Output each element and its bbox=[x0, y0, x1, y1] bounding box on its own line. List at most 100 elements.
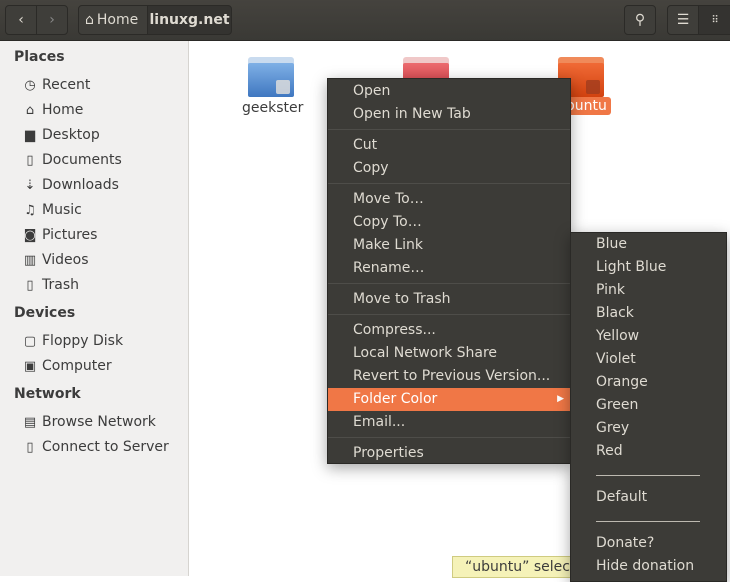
sidebar-item-downloads[interactable]: ⇣ Downloads bbox=[22, 177, 119, 193]
search-button[interactable]: ⚲ bbox=[624, 5, 656, 35]
lock-icon bbox=[586, 80, 600, 94]
breadcrumb-home[interactable]: ⌂ Home bbox=[78, 5, 148, 35]
context-menu: Open Open in New Tab Cut Copy Move To… C… bbox=[327, 78, 571, 464]
music-icon: ♫ bbox=[24, 202, 36, 218]
color-pink[interactable]: Pink bbox=[571, 279, 726, 302]
menu-item-copy[interactable]: Copy bbox=[328, 157, 570, 180]
clock-icon: ◷ bbox=[24, 77, 36, 93]
menu-separator bbox=[328, 437, 570, 438]
sidebar-item-label: Pictures bbox=[42, 227, 98, 243]
breadcrumb-label: linuxg.net bbox=[149, 12, 230, 28]
sidebar-item-connect-server[interactable]: ▯ Connect to Server bbox=[22, 439, 169, 455]
trash-icon: ▯ bbox=[26, 277, 34, 293]
menu-separator bbox=[328, 183, 570, 184]
color-default[interactable]: Default bbox=[571, 486, 726, 509]
menu-item-copy-to[interactable]: Copy To… bbox=[328, 211, 570, 234]
grid-view-button[interactable]: ⠿ bbox=[698, 5, 730, 35]
floppy-icon: ▢ bbox=[23, 333, 37, 349]
lock-icon bbox=[276, 80, 290, 94]
color-orange[interactable]: Orange bbox=[571, 371, 726, 394]
grid-icon: ⠿ bbox=[711, 14, 719, 26]
menu-item-open-new-tab[interactable]: Open in New Tab bbox=[328, 103, 570, 126]
file-name[interactable]: geekster bbox=[242, 100, 303, 116]
sidebar-item-label: Computer bbox=[42, 358, 112, 374]
menu-item-folder-color[interactable]: Folder Color ▶ bbox=[328, 388, 570, 411]
menu-item-cut[interactable]: Cut bbox=[328, 134, 570, 157]
menu-item-local-network-share[interactable]: Local Network Share bbox=[328, 342, 570, 365]
menu-item-move-to-trash[interactable]: Move to Trash bbox=[328, 288, 570, 311]
sidebar-item-label: Music bbox=[42, 202, 82, 218]
sidebar-item-videos[interactable]: ▥ Videos bbox=[22, 252, 89, 268]
color-black[interactable]: Black bbox=[571, 302, 726, 325]
chevron-right-icon: › bbox=[49, 12, 55, 28]
computer-icon: ▣ bbox=[23, 358, 37, 374]
sidebar-item-label: Home bbox=[42, 102, 84, 118]
menu-item-email[interactable]: Email... bbox=[328, 411, 570, 434]
camera-icon: ◙ bbox=[23, 227, 37, 243]
color-grey[interactable]: Grey bbox=[571, 417, 726, 440]
document-icon: ▯ bbox=[26, 152, 34, 168]
search-icon: ⚲ bbox=[634, 12, 646, 28]
color-red[interactable]: Red bbox=[571, 440, 726, 463]
sidebar-item-label: Floppy Disk bbox=[42, 333, 124, 349]
chevron-left-icon: ‹ bbox=[18, 12, 24, 28]
menu-item-revert[interactable]: Revert to Previous Version... bbox=[328, 365, 570, 388]
sidebar-item-pictures[interactable]: ◙ Pictures bbox=[22, 227, 98, 243]
sidebar-item-label: Browse Network bbox=[42, 414, 156, 430]
breadcrumb-label: Home bbox=[96, 12, 139, 28]
sidebar-item-label: Downloads bbox=[42, 177, 119, 193]
list-icon: ☰ bbox=[676, 12, 690, 28]
menu-item-open[interactable]: Open bbox=[328, 80, 570, 103]
header-bar: ‹ › ⌂ Home linuxg.net ⚲ ☰ ⠿ bbox=[0, 0, 730, 41]
breadcrumb-current[interactable]: linuxg.net bbox=[147, 5, 232, 35]
back-button[interactable]: ‹ bbox=[5, 5, 37, 35]
sidebar-item-desktop[interactable]: ▆ Desktop bbox=[22, 127, 100, 143]
sidebar-item-documents[interactable]: ▯ Documents bbox=[22, 152, 122, 168]
menu-separator bbox=[328, 314, 570, 315]
menu-separator bbox=[596, 521, 700, 522]
menu-item-compress[interactable]: Compress... bbox=[328, 319, 570, 342]
places-heading: Places bbox=[14, 49, 65, 65]
color-violet[interactable]: Violet bbox=[571, 348, 726, 371]
folder-icon: ▆ bbox=[25, 127, 35, 143]
network-icon: ▤ bbox=[23, 414, 37, 430]
menu-item-rename[interactable]: Rename… bbox=[328, 257, 570, 280]
folder-color-submenu: Blue Light Blue Pink Black Yellow Violet… bbox=[570, 232, 727, 582]
menu-item-properties[interactable]: Properties bbox=[328, 442, 570, 465]
sidebar-item-home[interactable]: ⌂ Home bbox=[22, 102, 83, 118]
sidebar-item-label: Connect to Server bbox=[42, 439, 169, 455]
sidebar-item-label: Videos bbox=[42, 252, 89, 268]
hide-donation-item[interactable]: Hide donation bbox=[571, 555, 726, 578]
film-icon: ▥ bbox=[23, 252, 37, 268]
donate-item[interactable]: Donate? bbox=[571, 532, 726, 555]
sidebar-item-browse-network[interactable]: ▤ Browse Network bbox=[22, 414, 156, 430]
home-icon: ⌂ bbox=[25, 102, 35, 118]
folder-icon-geekster[interactable] bbox=[248, 57, 294, 97]
color-green[interactable]: Green bbox=[571, 394, 726, 417]
submenu-arrow-icon: ▶ bbox=[557, 394, 564, 404]
sidebar-item-label: Documents bbox=[42, 152, 122, 168]
sidebar-item-label: Desktop bbox=[42, 127, 100, 143]
sidebar-item-floppy[interactable]: ▢ Floppy Disk bbox=[22, 333, 123, 349]
sidebar-item-music[interactable]: ♫ Music bbox=[22, 202, 82, 218]
list-view-button[interactable]: ☰ bbox=[667, 5, 699, 35]
sidebar-item-trash[interactable]: ▯ Trash bbox=[22, 277, 79, 293]
sidebar-item-computer[interactable]: ▣ Computer bbox=[22, 358, 112, 374]
download-icon: ⇣ bbox=[24, 177, 36, 193]
server-icon: ▯ bbox=[26, 439, 34, 455]
menu-separator bbox=[596, 475, 700, 476]
menu-item-make-link[interactable]: Make Link bbox=[328, 234, 570, 257]
sidebar-item-label: Trash bbox=[42, 277, 79, 293]
sidebar: Places ◷ Recent ⌂ Home ▆ Desktop ▯ Documents… bbox=[0, 41, 189, 576]
network-heading: Network bbox=[14, 386, 81, 402]
menu-item-move-to[interactable]: Move To… bbox=[328, 188, 570, 211]
menu-item-label: Folder Color bbox=[353, 391, 438, 407]
sidebar-item-label: Recent bbox=[42, 77, 91, 93]
home-icon: ⌂ bbox=[85, 12, 94, 28]
color-blue[interactable]: Blue bbox=[571, 233, 726, 256]
color-yellow[interactable]: Yellow bbox=[571, 325, 726, 348]
sidebar-item-recent[interactable]: ◷ Recent bbox=[22, 77, 90, 93]
color-light-blue[interactable]: Light Blue bbox=[571, 256, 726, 279]
forward-button[interactable]: › bbox=[36, 5, 68, 35]
menu-separator bbox=[328, 129, 570, 130]
